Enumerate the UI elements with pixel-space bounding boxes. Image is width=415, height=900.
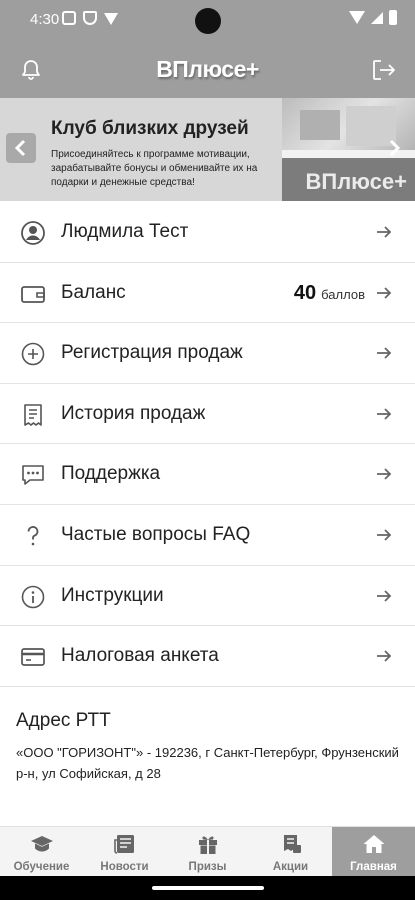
promo-icon (283, 835, 301, 853)
tab-label: Обучение (13, 861, 70, 873)
promo-banner[interactable]: Клуб близких друзей Присоединяйтесь к пр… (0, 98, 415, 201)
tab-label: Акции (272, 861, 309, 873)
shield-icon (83, 11, 97, 25)
logout-icon[interactable] (371, 58, 397, 82)
receipt-icon (24, 403, 42, 426)
balance-value: 40 (293, 281, 317, 304)
menu-item-faq[interactable]: Частые вопросы FAQ (0, 505, 415, 566)
newspaper-icon (113, 835, 134, 854)
arrow-right-icon (377, 589, 392, 602)
user-circle-icon (21, 221, 45, 245)
menu-item-label: Людмила Тест (61, 221, 189, 242)
arrow-right-icon (377, 468, 392, 481)
gift-icon (198, 836, 217, 854)
bottom-nav: Обучение Новости Призы Акции Главная (0, 826, 415, 876)
tab-label: Новости (100, 861, 149, 873)
top-bar: 4:30 ВПлюсе+ (0, 0, 415, 98)
status-system-icons (349, 10, 397, 25)
app-logo: ВПлюсе+ (156, 56, 259, 82)
menu-item-label: Регистрация продаж (61, 342, 243, 364)
question-icon (27, 526, 39, 546)
tab-prizes[interactable]: Призы (166, 827, 249, 876)
tab-news[interactable]: Новости (83, 827, 166, 876)
address-text: «ООО "ГОРИЗОНТ"» - 192236, г Санкт-Петер… (16, 745, 399, 781)
home-icon (363, 835, 384, 853)
arrow-right-icon (377, 347, 392, 359)
status-notification-icons (62, 11, 118, 25)
address-section: Адрес РТТ «ООО "ГОРИЗОНТ"» - 192236, г С… (16, 710, 406, 784)
status-time: 4:30 (30, 11, 60, 28)
banner-description: Присоединяйтесь к программе мотивации, з… (51, 149, 258, 188)
balance-unit: баллов (321, 286, 365, 302)
signal-icon (371, 11, 383, 24)
menu-item-sales-history[interactable]: История продаж (0, 384, 415, 445)
app-header: ВПлюсе+ (0, 42, 415, 98)
chevron-left-icon (14, 139, 26, 157)
banner-watermark: ВПлюсе+ (305, 169, 408, 194)
menu-item-label: Баланс (61, 281, 126, 303)
info-icon (21, 585, 45, 608)
menu-item-label: Поддержка (61, 463, 161, 485)
credit-card-icon (21, 648, 45, 667)
menu-item-support[interactable]: Поддержка (0, 444, 415, 505)
menu-item-register-sales[interactable]: Регистрация продаж (0, 323, 415, 384)
tab-label: Призы (188, 861, 227, 873)
banner-next-button[interactable] (379, 133, 409, 163)
tab-label: Главная (350, 861, 397, 873)
battery-icon (389, 10, 397, 25)
banner-title: Клуб близких друзей (51, 118, 249, 139)
menu-item-tax-form[interactable]: Налоговая анкета (0, 626, 415, 687)
balance-points: 40 баллов (294, 282, 365, 305)
arrow-right-icon (377, 226, 392, 238)
tab-home[interactable]: Главная (332, 827, 415, 876)
wifi-icon (349, 11, 365, 24)
main-menu: Людмила Тест Баланс 40 баллов Регистраци… (0, 202, 415, 687)
menu-item-balance[interactable]: Баланс 40 баллов (0, 263, 415, 324)
arrow-right-icon (377, 408, 392, 420)
gesture-bar (0, 876, 415, 900)
gesture-handle[interactable] (152, 886, 264, 890)
tab-promotions[interactable]: Акции (249, 827, 332, 876)
menu-item-label: Частые вопросы FAQ (61, 523, 251, 545)
address-heading: Адрес РТТ (16, 710, 111, 731)
wallet-icon (21, 285, 45, 303)
graduation-cap-icon (30, 836, 53, 852)
menu-item-label: Налоговая анкета (61, 645, 219, 667)
arrow-right-icon (377, 286, 392, 299)
chevron-right-icon (389, 139, 401, 157)
plus-circle-icon (21, 342, 45, 366)
vpn-icon (104, 13, 118, 25)
arrow-right-icon (377, 650, 392, 662)
camera-cutout (195, 8, 221, 34)
menu-item-profile[interactable]: Людмила Тест (0, 202, 415, 263)
menu-item-label: Инструкции (61, 584, 164, 606)
menu-item-label: История продаж (61, 402, 206, 424)
chat-icon (22, 465, 44, 486)
banner-prev-button[interactable] (6, 133, 36, 163)
menu-item-instructions[interactable]: Инструкции (0, 566, 415, 627)
arrow-right-icon (377, 529, 392, 541)
tab-learning[interactable]: Обучение (0, 827, 83, 876)
notification-icon (62, 11, 76, 25)
